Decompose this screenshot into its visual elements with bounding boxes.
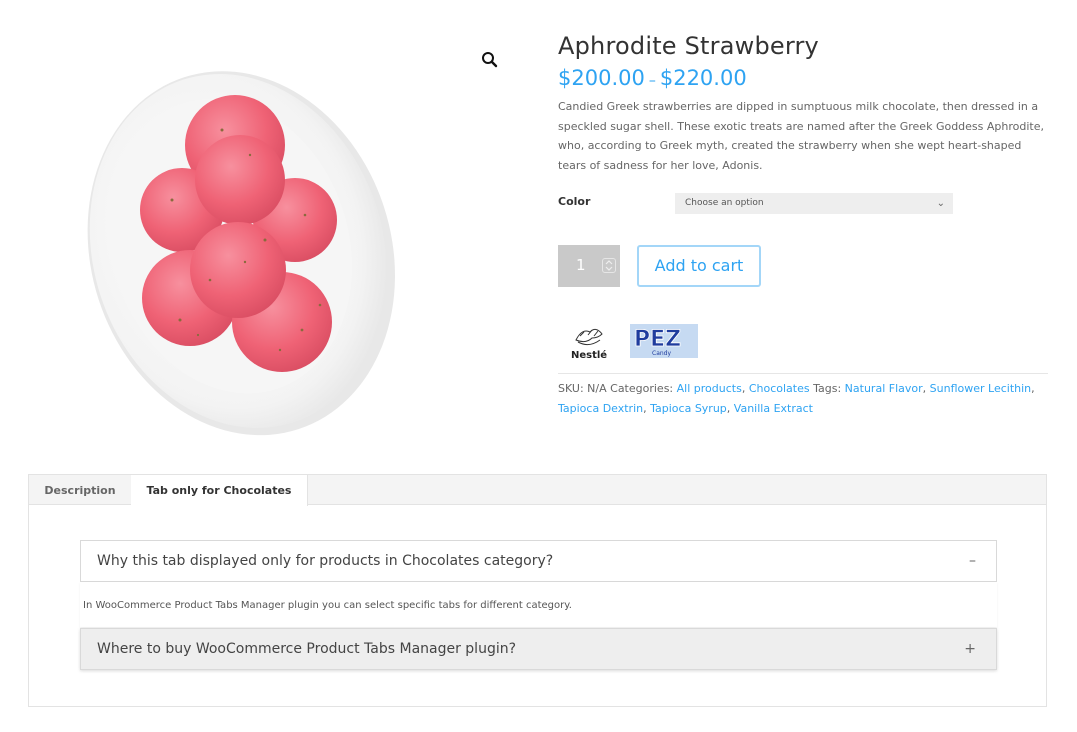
price-separator: – bbox=[648, 73, 656, 89]
tag-link[interactable]: Sunflower Lecithin bbox=[930, 382, 1032, 395]
collapse-icon[interactable]: – bbox=[969, 541, 976, 581]
sku-value: N/A bbox=[587, 382, 607, 395]
price-low: $200.00 bbox=[558, 66, 645, 90]
product-summary: Aphrodite Strawberry $200.00– $220.00 Can… bbox=[558, 30, 1048, 415]
price-high: $220.00 bbox=[659, 66, 747, 90]
tab-chocolates[interactable]: Tab only for Chocolates bbox=[131, 475, 308, 506]
quantity-stepper[interactable]: 1 bbox=[558, 245, 620, 287]
tag-link[interactable]: Tapioca Syrup bbox=[650, 402, 727, 415]
product-tabs: Description Tab only for Chocolates Why … bbox=[28, 474, 1047, 707]
color-label: Color bbox=[558, 195, 591, 208]
meta-separator: , bbox=[922, 382, 930, 395]
nestle-logo[interactable]: Nestlé bbox=[568, 322, 610, 362]
meta-separator: , bbox=[726, 402, 734, 415]
add-to-cart-button[interactable]: Add to cart bbox=[637, 245, 761, 287]
divider bbox=[558, 373, 1048, 374]
meta-separator: , bbox=[1031, 382, 1035, 395]
meta-separator: , bbox=[741, 382, 749, 395]
color-select-value: Choose an option bbox=[685, 198, 764, 208]
chevron-down-icon: ⌄ bbox=[936, 198, 945, 209]
tag-link[interactable]: Natural Flavor bbox=[845, 382, 923, 395]
category-link[interactable]: Chocolates bbox=[749, 382, 810, 395]
product-image[interactable] bbox=[40, 30, 510, 450]
pez-sub-text: Candy bbox=[652, 350, 671, 357]
accordion-header[interactable]: Where to buy WooCommerce Product Tabs Ma… bbox=[81, 629, 996, 669]
quantity-value: 1 bbox=[576, 256, 586, 274]
accordion-item-where[interactable]: Where to buy WooCommerce Product Tabs Ma… bbox=[80, 628, 997, 670]
accordion-title: Why this tab displayed only for products… bbox=[97, 553, 554, 569]
tag-link[interactable]: Tapioca Dextrin bbox=[558, 402, 643, 415]
accordion-header[interactable]: Why this tab displayed only for products… bbox=[81, 541, 996, 581]
brand-logos: Nestlé PEZ Candy bbox=[568, 322, 718, 362]
zoom-icon[interactable] bbox=[478, 48, 502, 72]
accordion-item-why[interactable]: Why this tab displayed only for products… bbox=[80, 540, 997, 582]
categories-label: Categories: bbox=[610, 382, 674, 395]
category-link[interactable]: All products bbox=[677, 382, 742, 395]
product-meta: SKU: N/A Categories: All products, Choco… bbox=[558, 379, 1048, 419]
spinner-icon[interactable] bbox=[602, 258, 616, 273]
nestle-text: Nestlé bbox=[571, 349, 607, 361]
tags-label: Tags: bbox=[813, 382, 842, 395]
product-title: Aphrodite Strawberry bbox=[558, 32, 819, 60]
product-description: Candied Greek strawberries are dipped in… bbox=[558, 100, 1044, 172]
sku-label: SKU: bbox=[558, 382, 584, 395]
accordion-body: In WooCommerce Product Tabs Manager plug… bbox=[80, 582, 997, 627]
tab-description[interactable]: Description bbox=[29, 475, 131, 505]
pez-logo[interactable]: PEZ Candy bbox=[630, 324, 698, 358]
color-select[interactable]: Choose an option ⌄ bbox=[675, 193, 953, 214]
tag-link[interactable]: Vanilla Extract bbox=[734, 402, 813, 415]
accordion-title: Where to buy WooCommerce Product Tabs Ma… bbox=[97, 641, 517, 657]
pez-text: PEZ bbox=[634, 327, 681, 352]
price-range: $200.00– $220.00 bbox=[558, 64, 1048, 95]
tab-bar: Description Tab only for Chocolates bbox=[29, 475, 1046, 506]
expand-icon[interactable]: + bbox=[964, 629, 976, 669]
